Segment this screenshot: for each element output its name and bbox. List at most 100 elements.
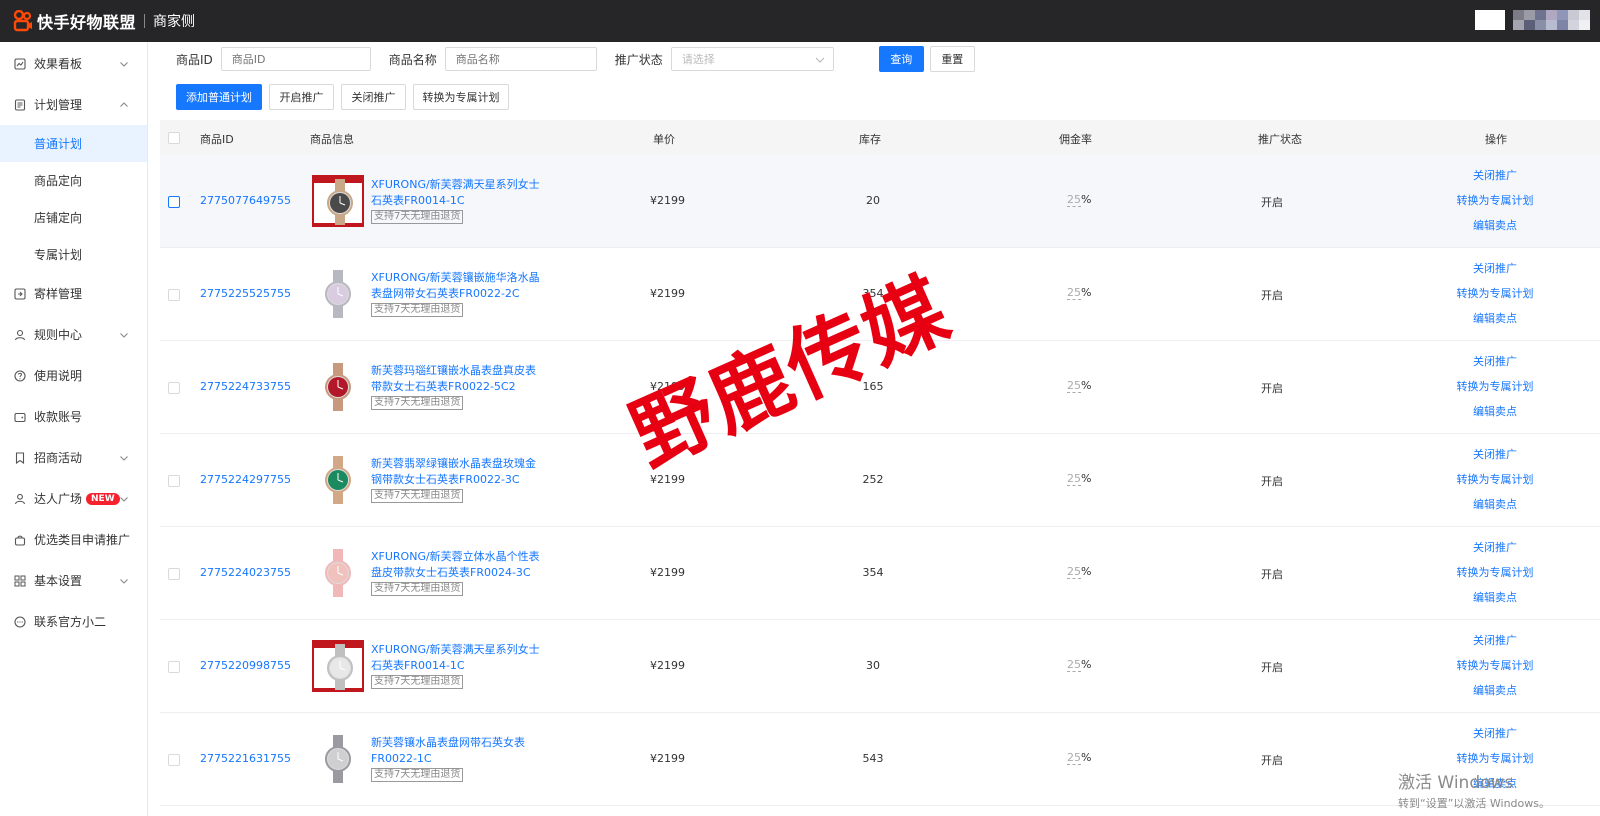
close-promotion-link[interactable]: 关闭推广 xyxy=(1440,721,1550,746)
promotion-status-select[interactable]: 请选择 xyxy=(670,47,834,71)
edit-selling-point-link[interactable]: 编辑卖点 xyxy=(1440,213,1550,238)
convert-exclusive-button[interactable]: 转换为专属计划 xyxy=(413,84,509,110)
product-id-link[interactable]: 2775224023755 xyxy=(200,566,291,579)
close-promotion-link[interactable]: 关闭推广 xyxy=(1440,256,1550,281)
commission-rate-value[interactable]: 25 xyxy=(1067,565,1081,579)
row-checkbox[interactable] xyxy=(168,196,180,208)
sidebar-item-8[interactable]: 优选类目申请推广 xyxy=(0,519,147,560)
convert-exclusive-link[interactable]: 转换为专属计划 xyxy=(1440,653,1550,678)
sidebar-subitem-0[interactable]: 普通计划 xyxy=(0,125,147,162)
query-button[interactable]: 查询 xyxy=(878,46,924,72)
commission-rate-value[interactable]: 25 xyxy=(1067,286,1081,300)
product-name-link[interactable]: XFURONG/新芙蓉镶嵌施华洛水晶表盘网带女石英表FR0022-2C xyxy=(371,270,543,302)
reset-button[interactable]: 重置 xyxy=(929,46,975,72)
sidebar-item-5[interactable]: 收款账号 xyxy=(0,396,147,437)
product-image[interactable] xyxy=(312,547,364,599)
chevron-up-icon[interactable] xyxy=(119,99,129,109)
edit-selling-point-link[interactable]: 编辑卖点 xyxy=(1440,678,1550,703)
commission-rate[interactable]: 25% xyxy=(1067,565,1091,579)
edit-selling-point-link[interactable]: 编辑卖点 xyxy=(1440,585,1550,610)
sidebar-item-4[interactable]: 使用说明 xyxy=(0,355,147,396)
product-id-link[interactable]: 2775224297755 xyxy=(200,473,291,486)
convert-exclusive-link[interactable]: 转换为专属计划 xyxy=(1440,281,1550,306)
sidebar-subitem-2[interactable]: 店铺定向 xyxy=(0,199,147,236)
product-name-input[interactable] xyxy=(444,47,597,71)
commission-rate[interactable]: 25% xyxy=(1067,286,1091,300)
convert-exclusive-link[interactable]: 转换为专属计划 xyxy=(1440,188,1550,213)
percent-sign: % xyxy=(1081,193,1092,206)
convert-exclusive-link[interactable]: 转换为专属计划 xyxy=(1440,374,1550,399)
commission-rate[interactable]: 25% xyxy=(1067,193,1092,207)
row-checkbox[interactable] xyxy=(168,661,180,673)
commission-rate[interactable]: 25% xyxy=(1067,472,1091,486)
product-name-link[interactable]: XFURONG/新芙蓉满天星系列女士石英表FR0014-1C xyxy=(371,642,543,674)
chevron-down-icon[interactable] xyxy=(119,452,129,462)
convert-exclusive-link[interactable]: 转换为专属计划 xyxy=(1440,467,1550,492)
commission-rate[interactable]: 25% xyxy=(1067,658,1091,672)
commission-rate-value[interactable]: 25 xyxy=(1067,379,1081,393)
sidebar-item-0[interactable]: 效果看板 xyxy=(0,43,147,84)
edit-selling-point-link[interactable]: 编辑卖点 xyxy=(1440,306,1550,331)
product-id-link[interactable]: 2775220998755 xyxy=(200,659,291,672)
product-id-link[interactable]: 2775224733755 xyxy=(200,380,291,393)
product-image[interactable] xyxy=(312,640,364,692)
sidebar-item-10[interactable]: 联系官方小二 xyxy=(0,601,147,642)
product-image[interactable] xyxy=(312,268,364,320)
product-id-link[interactable]: 2775225525755 xyxy=(200,287,291,300)
row-checkbox[interactable] xyxy=(168,289,180,301)
close-promotion-link[interactable]: 关闭推广 xyxy=(1440,628,1550,653)
convert-exclusive-link[interactable]: 转换为专属计划 xyxy=(1440,560,1550,585)
select-all-checkbox[interactable] xyxy=(168,132,180,144)
product-image[interactable] xyxy=(312,361,364,413)
chevron-down-icon[interactable] xyxy=(119,329,129,339)
close-promotion-link[interactable]: 关闭推广 xyxy=(1440,163,1550,188)
sidebar-item-7[interactable]: 达人广场 NEW xyxy=(0,478,147,519)
row-checkbox[interactable] xyxy=(168,475,180,487)
row-checkbox[interactable] xyxy=(168,382,180,394)
sidebar-item-9[interactable]: 基本设置 xyxy=(0,560,147,601)
commission-rate[interactable]: 25% xyxy=(1067,379,1091,393)
commission-rate-value[interactable]: 25 xyxy=(1067,751,1081,765)
sidebar-item-2[interactable]: 寄样管理 xyxy=(0,273,147,314)
product-info: XFURONG/新芙蓉满天星系列女士石英表FR0014-1C 支持7天无理由退货 xyxy=(371,642,543,689)
close-promotion-link[interactable]: 关闭推广 xyxy=(1440,535,1550,560)
chevron-down-icon[interactable] xyxy=(119,58,129,68)
chevron-down-icon[interactable] xyxy=(119,575,129,585)
commission-rate[interactable]: 25% xyxy=(1067,751,1091,765)
sidebar-item-3[interactable]: 规则中心 xyxy=(0,314,147,355)
commission-rate-value[interactable]: 25 xyxy=(1067,472,1081,486)
product-name-link[interactable]: 新芙蓉翡翠绿镶嵌水晶表盘玫瑰金钢带款女士石英表FR0022-3C xyxy=(371,456,543,488)
product-name-link[interactable]: 新芙蓉镶水晶表盘网带石英女表FR0022-1C xyxy=(371,735,543,767)
sidebar-subitem-3[interactable]: 专属计划 xyxy=(0,236,147,273)
add-plan-button[interactable]: 添加普通计划 xyxy=(176,84,262,110)
row-checkbox[interactable] xyxy=(168,568,180,580)
header-stock: 库存 xyxy=(859,133,881,146)
sidebar-item-1[interactable]: 计划管理 xyxy=(0,84,147,125)
sidebar-subitem-1[interactable]: 商品定向 xyxy=(0,162,147,199)
edit-selling-point-link[interactable]: 编辑卖点 xyxy=(1440,399,1550,424)
account-name-blurred[interactable] xyxy=(1475,10,1505,30)
header-promotion-status: 推广状态 xyxy=(1258,133,1302,146)
chevron-down-icon[interactable] xyxy=(119,493,129,503)
sidebar-item-6[interactable]: 招商活动 xyxy=(0,437,147,478)
disable-promotion-button[interactable]: 关闭推广 xyxy=(341,84,406,110)
edit-selling-point-link[interactable]: 编辑卖点 xyxy=(1440,492,1550,517)
product-id-input[interactable] xyxy=(220,47,371,71)
product-image[interactable] xyxy=(312,175,364,227)
header-operations: 操作 xyxy=(1485,133,1507,146)
product-name-link[interactable]: XFURONG/新芙蓉满天星系列女士石英表FR0014-1C xyxy=(371,177,543,209)
avatar-blurred[interactable] xyxy=(1513,10,1590,30)
product-image[interactable] xyxy=(312,733,364,785)
close-promotion-link[interactable]: 关闭推广 xyxy=(1440,349,1550,374)
account-area[interactable] xyxy=(1475,10,1590,30)
product-name-link[interactable]: XFURONG/新芙蓉立体水晶个性表盘皮带款女士石英表FR0024-3C xyxy=(371,549,543,581)
commission-rate-value[interactable]: 25 xyxy=(1067,193,1081,207)
product-image[interactable] xyxy=(312,454,364,506)
row-checkbox[interactable] xyxy=(168,754,180,766)
close-promotion-link[interactable]: 关闭推广 xyxy=(1440,442,1550,467)
product-name-link[interactable]: 新芙蓉玛瑙红镶嵌水晶表盘真皮表带款女士石英表FR0022-5C2 xyxy=(371,363,543,395)
product-id-link[interactable]: 2775077649755 xyxy=(200,194,291,207)
enable-promotion-button[interactable]: 开启推广 xyxy=(269,84,334,110)
commission-rate-value[interactable]: 25 xyxy=(1067,658,1081,672)
product-id-link[interactable]: 2775221631755 xyxy=(200,752,291,765)
